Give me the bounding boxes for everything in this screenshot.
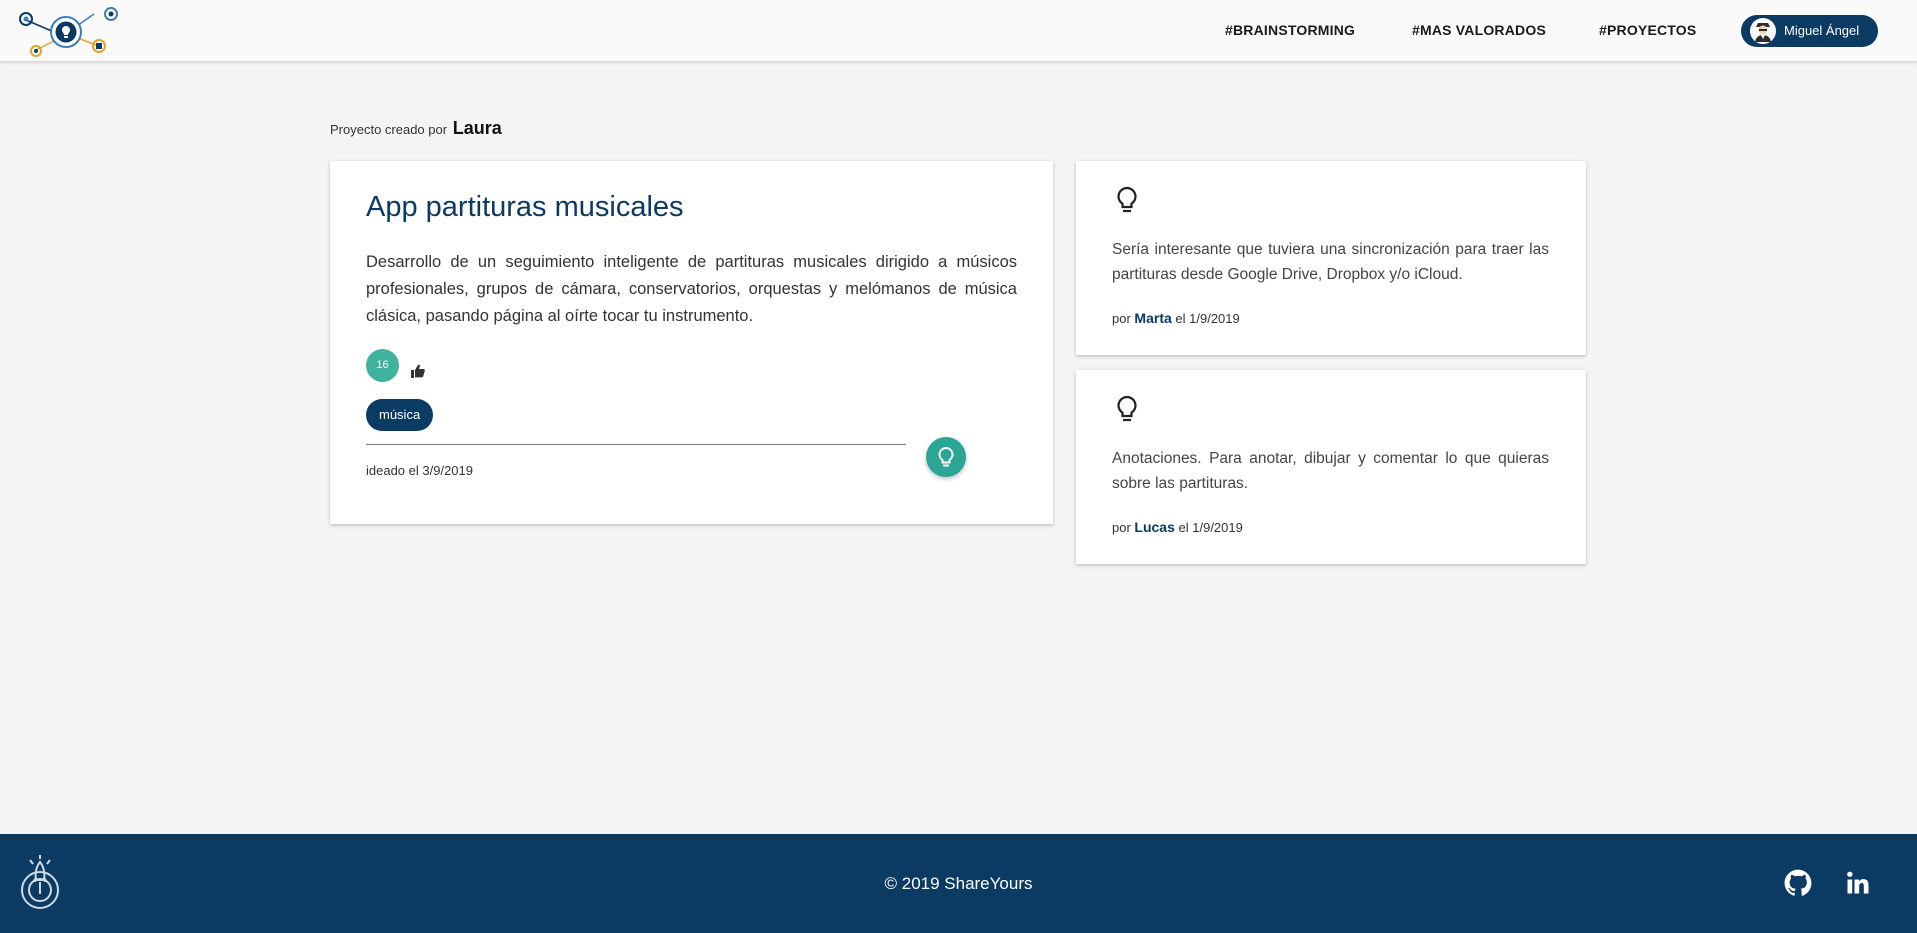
comment-author-link[interactable]: Lucas: [1134, 519, 1174, 535]
comment-by-prefix: por: [1112, 520, 1131, 535]
comment-meta: por Lucas el 1/9/2019: [1112, 519, 1243, 535]
nav-mas-valorados[interactable]: #MAS VALORADOS: [1412, 22, 1546, 38]
card-divider: [366, 444, 906, 445]
project-created-by: Proyecto creado por Laura: [330, 118, 502, 139]
project-card: App partituras musicales Desarrollo de u…: [330, 161, 1053, 524]
tag-chip-musica[interactable]: música: [366, 399, 434, 431]
comment-by-prefix: por: [1112, 311, 1131, 326]
lightbulb-icon: [1117, 186, 1137, 213]
idea-date: ideado el 3/9/2019: [366, 463, 473, 478]
thumbs-up-icon[interactable]: [410, 363, 426, 379]
comment-meta: por Marta el 1/9/2019: [1112, 310, 1240, 326]
comment-date: el 1/9/2019: [1175, 311, 1240, 326]
comment-date: el 1/9/2019: [1178, 520, 1243, 535]
user-avatar-icon: [1750, 18, 1776, 44]
github-icon[interactable]: [1784, 869, 1812, 897]
add-idea-button[interactable]: [926, 437, 966, 477]
copyright-text: © 2019 ShareYours: [884, 874, 1033, 893]
project-author[interactable]: Laura: [453, 118, 502, 138]
lightbulb-icon: [938, 446, 954, 467]
comment-text: Sería interesante que tuviera una sincro…: [1112, 241, 1549, 283]
user-menu-button[interactable]: Miguel Ángel: [1741, 15, 1878, 47]
top-navbar: #BRAINSTORMING #MAS VALORADOS #PROYECTOS…: [0, 0, 1917, 62]
linkedin-icon[interactable]: [1844, 869, 1872, 897]
votes-count-badge: 16: [366, 349, 399, 382]
nav-brainstorming[interactable]: #BRAINSTORMING: [1225, 22, 1355, 38]
nav-proyectos[interactable]: #PROYECTOS: [1599, 22, 1696, 38]
idea-comment-card: Sería interesante que tuviera una sincro…: [1076, 161, 1586, 355]
lightbulb-network-logo[interactable]: [16, 6, 122, 60]
lightbulb-icon: [1117, 395, 1137, 422]
comment-author-link[interactable]: Marta: [1134, 310, 1171, 326]
project-description: Desarrollo de un seguimiento inteligente…: [366, 253, 1017, 325]
idea-comment-card: Anotaciones. Para anotar, dibujar y come…: [1076, 370, 1586, 564]
project-title: App partituras musicales: [366, 191, 684, 223]
user-name: Miguel Ángel: [1784, 23, 1860, 38]
created-by-prefix: Proyecto creado por: [330, 122, 448, 137]
footer: © 2019 ShareYours: [0, 834, 1917, 933]
comment-text: Anotaciones. Para anotar, dibujar y come…: [1112, 450, 1549, 492]
